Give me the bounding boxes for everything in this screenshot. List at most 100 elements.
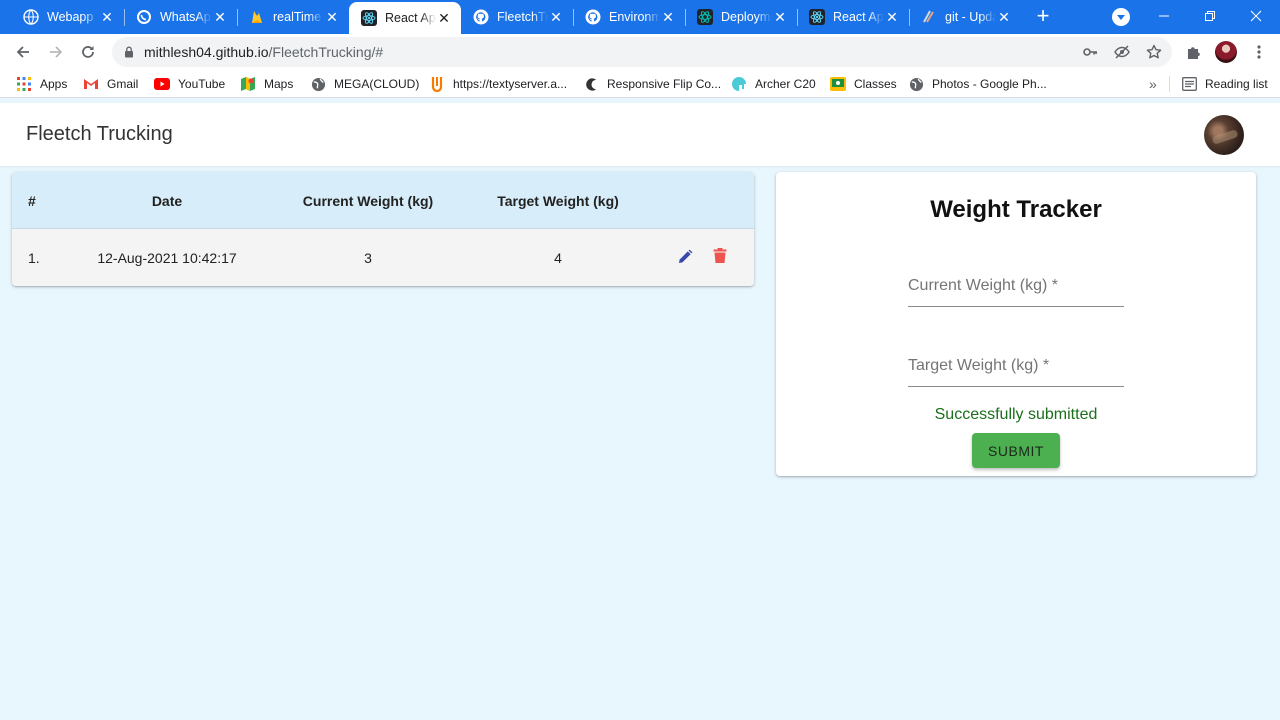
archer-icon bbox=[731, 76, 747, 92]
gmail-icon bbox=[83, 76, 99, 92]
bookmark-apps[interactable]: Apps bbox=[16, 75, 67, 93]
bookmark-gmail[interactable]: Gmail bbox=[83, 75, 138, 93]
row-target-weight: 4 bbox=[554, 249, 562, 266]
bookmark-classes[interactable]: Classes bbox=[830, 75, 897, 93]
back-button[interactable] bbox=[9, 38, 37, 66]
close-icon[interactable]: ✕ bbox=[212, 9, 228, 25]
maps-icon bbox=[240, 76, 256, 92]
bookmark-star-icon[interactable] bbox=[1146, 44, 1162, 60]
row-index: 1. bbox=[28, 249, 40, 266]
bookmark-youtube[interactable]: YouTube bbox=[154, 75, 225, 93]
youtube-icon bbox=[154, 76, 170, 92]
tab-title: realTime bbox=[273, 10, 322, 24]
column-header-date: Date bbox=[151, 192, 183, 209]
close-icon[interactable]: ✕ bbox=[884, 9, 900, 25]
tab-fleetchtrucking[interactable]: FleetchTrucking ✕ bbox=[461, 0, 574, 34]
close-icon[interactable]: ✕ bbox=[548, 9, 564, 25]
react-icon bbox=[809, 9, 825, 25]
reading-list-label: Reading list bbox=[1205, 77, 1268, 91]
tab-webapp[interactable]: Webapp ✕ bbox=[0, 0, 125, 34]
bookmark-label: Gmail bbox=[107, 77, 139, 91]
submit-button[interactable]: SUBMIT bbox=[972, 433, 1060, 468]
bookmark-archer[interactable]: Archer C20 bbox=[731, 75, 816, 93]
bookmark-label: Responsive Flip Co... bbox=[607, 77, 722, 91]
close-icon[interactable]: ✕ bbox=[996, 9, 1012, 25]
key-icon[interactable] bbox=[1082, 44, 1098, 60]
profile-avatar[interactable] bbox=[1215, 41, 1237, 63]
react-icon bbox=[697, 9, 713, 25]
forward-button[interactable] bbox=[42, 38, 70, 66]
github-icon bbox=[473, 9, 489, 25]
url-host: mithlesh04.github.io bbox=[144, 44, 269, 60]
close-icon[interactable]: ✕ bbox=[772, 9, 788, 25]
reload-button[interactable] bbox=[74, 38, 102, 66]
tab-deployments[interactable]: Deployments ✕ bbox=[685, 0, 798, 34]
bookmark-maps[interactable]: Maps bbox=[240, 75, 293, 93]
edit-pencil-icon[interactable] bbox=[674, 246, 696, 268]
target-weight-input[interactable] bbox=[908, 347, 1124, 387]
tab-title: React App bbox=[833, 10, 884, 24]
bookmark-label: Apps bbox=[40, 77, 68, 91]
delete-trash-icon[interactable] bbox=[709, 245, 731, 267]
tab-react-app-active[interactable]: React App ✕ bbox=[349, 2, 461, 34]
success-message: Successfully submitted bbox=[934, 406, 1098, 423]
table-header-row: # Date Current Weight (kg) Target Weight… bbox=[12, 172, 754, 229]
close-icon[interactable]: ✕ bbox=[436, 10, 452, 26]
minimize-icon[interactable] bbox=[1141, 0, 1187, 32]
tab-title: Webapp bbox=[47, 10, 94, 24]
new-tab-button[interactable]: + bbox=[1031, 5, 1055, 29]
url-path: /FleetchTrucking/# bbox=[268, 44, 384, 60]
bookmark-mega[interactable]: MEGA(CLOUD) bbox=[310, 75, 419, 93]
tab-search-icon[interactable] bbox=[1112, 8, 1130, 26]
more-bookmarks-chevron-icon[interactable]: » bbox=[1149, 75, 1157, 93]
row-date: 12-Aug-2021 10:42:17 bbox=[97, 249, 237, 266]
eye-off-icon[interactable] bbox=[1114, 44, 1130, 60]
close-icon[interactable]: ✕ bbox=[324, 9, 340, 25]
weight-tracker-form: Weight Tracker Current Weight (kg) * Tar… bbox=[776, 172, 1256, 476]
close-icon[interactable]: ✕ bbox=[660, 9, 676, 25]
target-weight-field[interactable]: Target Weight (kg) * bbox=[908, 347, 1124, 387]
bookmark-label: MEGA(CLOUD) bbox=[334, 77, 420, 91]
bookmark-label: Maps bbox=[264, 77, 294, 91]
globe-icon bbox=[310, 76, 326, 92]
tab-environments[interactable]: Environments ✕ bbox=[573, 0, 686, 34]
restore-icon[interactable] bbox=[1187, 0, 1233, 32]
tab-title: WhatsApp bbox=[160, 10, 212, 24]
whatsapp-icon bbox=[136, 9, 152, 25]
bookmark-label: Classes bbox=[854, 77, 897, 91]
globe-icon bbox=[908, 76, 924, 92]
git-icon bbox=[921, 9, 937, 25]
user-avatar[interactable] bbox=[1204, 115, 1244, 155]
tab-react-app[interactable]: React App ✕ bbox=[797, 0, 910, 34]
bookmark-responsive-flip[interactable]: Responsive Flip Co... bbox=[583, 75, 721, 93]
current-weight-field[interactable]: Current Weight (kg) * bbox=[908, 267, 1124, 307]
bookmark-label: YouTube bbox=[178, 77, 226, 91]
table-row: 1. 12-Aug-2021 10:42:17 3 4 bbox=[12, 229, 754, 286]
tab-realtime[interactable]: realTime ✕ bbox=[237, 0, 350, 34]
reload-icon bbox=[82, 46, 94, 58]
bookmark-label: Photos - Google Ph... bbox=[932, 77, 1047, 91]
tab-title: Environments bbox=[609, 10, 660, 24]
current-weight-input[interactable] bbox=[908, 267, 1124, 307]
browser-tab-strip: Webapp ✕ WhatsApp ✕ realTime ✕ React App… bbox=[0, 0, 1280, 34]
tab-whatsapp[interactable]: WhatsApp ✕ bbox=[124, 0, 238, 34]
bookmark-google-photos[interactable]: Photos - Google Ph... bbox=[908, 75, 1047, 93]
tab-git-update[interactable]: git - Update ✕ bbox=[909, 0, 1021, 34]
row-current-weight: 3 bbox=[364, 249, 372, 266]
url-text: mithlesh04.github.io/FleetchTrucking/# bbox=[144, 44, 383, 60]
more-vert-icon[interactable] bbox=[1250, 43, 1268, 61]
bookmark-label: https://textyserver.a... bbox=[453, 77, 568, 91]
reading-list-button[interactable]: Reading list bbox=[1181, 75, 1268, 93]
divider bbox=[1169, 76, 1170, 92]
close-window-icon[interactable] bbox=[1233, 0, 1279, 32]
extensions-puzzle-icon[interactable] bbox=[1185, 43, 1203, 61]
close-icon[interactable]: ✕ bbox=[99, 9, 115, 25]
tab-title: Deployments bbox=[721, 10, 772, 24]
apps-grid-icon bbox=[16, 76, 32, 92]
address-bar[interactable]: mithlesh04.github.io/FleetchTrucking/# bbox=[112, 37, 1172, 67]
weight-records-table: # Date Current Weight (kg) Target Weight… bbox=[12, 172, 754, 286]
bookmark-textyserver[interactable]: https://textyserver.a... bbox=[429, 75, 567, 93]
column-header-index: # bbox=[28, 192, 36, 209]
react-icon bbox=[361, 10, 377, 26]
browser-toolbar: mithlesh04.github.io/FleetchTrucking/# bbox=[0, 34, 1280, 70]
